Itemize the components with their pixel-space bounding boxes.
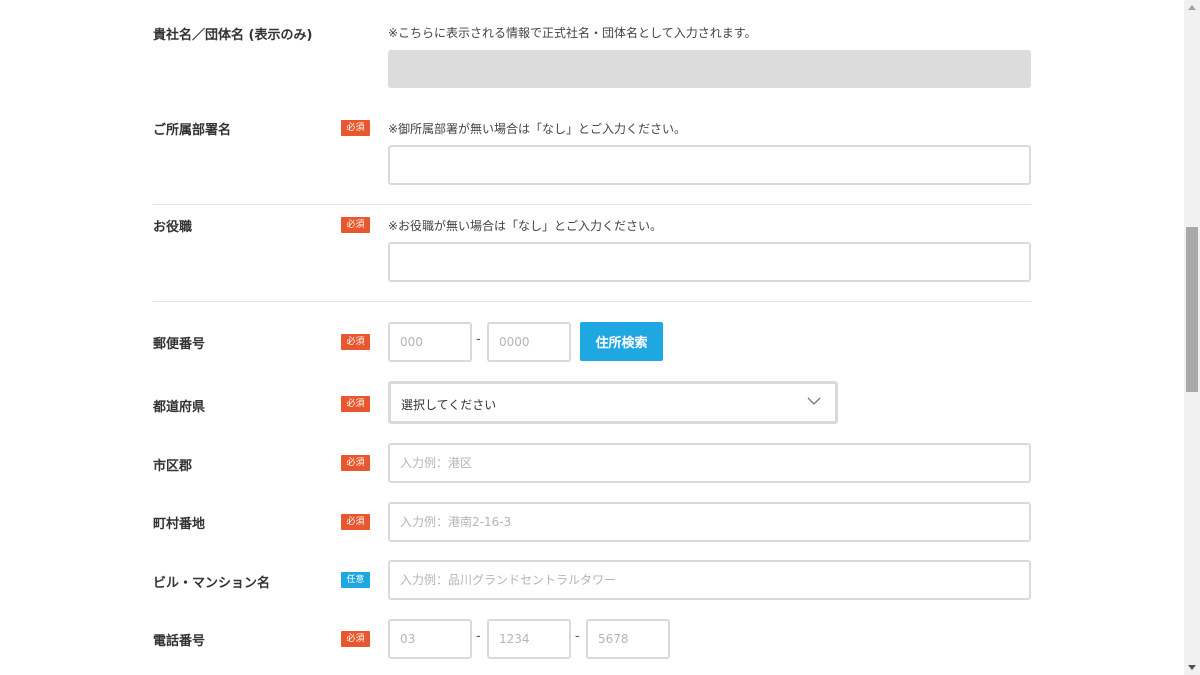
company-note: ※こちらに表示される情報で正式社名・団体名として入力されます。 — [388, 26, 757, 40]
required-badge: 必須 — [341, 514, 370, 530]
street-label: 町村番地 — [153, 517, 206, 532]
postal-label: 郵便番号 — [153, 337, 206, 352]
phone-middle-input[interactable] — [487, 619, 571, 659]
position-row: お役職 必須 ※お役職が無い場合は「なし」とご入力ください。 — [0, 205, 1184, 301]
street-row: 町村番地 必須 — [0, 496, 1184, 555]
phone-area-input[interactable] — [388, 619, 472, 659]
department-label: ご所属部署名 — [153, 123, 232, 138]
position-note: ※お役職が無い場合は「なし」とご入力ください。 — [388, 219, 663, 233]
postal-row: 郵便番号 必須 - 住所検索 — [0, 302, 1184, 378]
required-badge: 必須 — [341, 396, 370, 412]
postal-code-second-input[interactable] — [487, 322, 571, 362]
building-input[interactable] — [388, 560, 1031, 600]
required-badge: 必須 — [341, 120, 370, 136]
vertical-scrollbar[interactable] — [1184, 0, 1200, 675]
department-input[interactable] — [388, 145, 1031, 185]
prefecture-select[interactable]: 選択してください — [388, 381, 838, 424]
city-row: 市区郡 必須 — [0, 438, 1184, 496]
phone-separator: - — [476, 629, 481, 644]
postal-separator: - — [476, 332, 481, 347]
phone-separator: - — [575, 629, 580, 644]
prefecture-row: 都道府県 必須 選択してください — [0, 378, 1184, 438]
company-row: 貴社名／団体名 (表示のみ) ※こちらに表示される情報で正式社名・団体名として入… — [0, 0, 1184, 100]
required-badge: 必須 — [341, 217, 370, 233]
department-row: ご所属部署名 必須 ※御所属部署が無い場合は「なし」とご入力ください。 — [0, 100, 1184, 204]
phone-row: 電話番号 必須 - - — [0, 614, 1184, 675]
company-field — [388, 50, 1031, 88]
scroll-down-arrow-icon[interactable] — [1188, 665, 1196, 670]
building-row: ビル・マンション名 任意 — [0, 555, 1184, 614]
phone-label: 電話番号 — [153, 634, 206, 649]
city-input[interactable] — [388, 443, 1031, 483]
prefecture-selected-value: 選択してください — [401, 398, 497, 412]
phone-last-input[interactable] — [586, 619, 670, 659]
scroll-thumb[interactable] — [1186, 227, 1198, 392]
required-badge: 必須 — [341, 334, 370, 350]
position-input[interactable] — [388, 242, 1031, 282]
prefecture-label: 都道府県 — [153, 400, 206, 415]
building-label: ビル・マンション名 — [153, 576, 271, 591]
required-badge: 必須 — [341, 455, 370, 471]
scroll-up-arrow-icon[interactable] — [1188, 5, 1196, 10]
position-label: お役職 — [153, 220, 193, 235]
postal-code-first-input[interactable] — [388, 322, 472, 362]
address-search-button[interactable]: 住所検索 — [580, 322, 663, 361]
required-badge: 必須 — [341, 631, 370, 647]
chevron-down-icon — [807, 397, 821, 405]
city-label: 市区郡 — [153, 459, 193, 474]
optional-badge: 任意 — [341, 572, 370, 588]
company-label: 貴社名／団体名 (表示のみ) — [153, 28, 313, 43]
street-input[interactable] — [388, 502, 1031, 542]
department-note: ※御所属部署が無い場合は「なし」とご入力ください。 — [388, 122, 687, 136]
